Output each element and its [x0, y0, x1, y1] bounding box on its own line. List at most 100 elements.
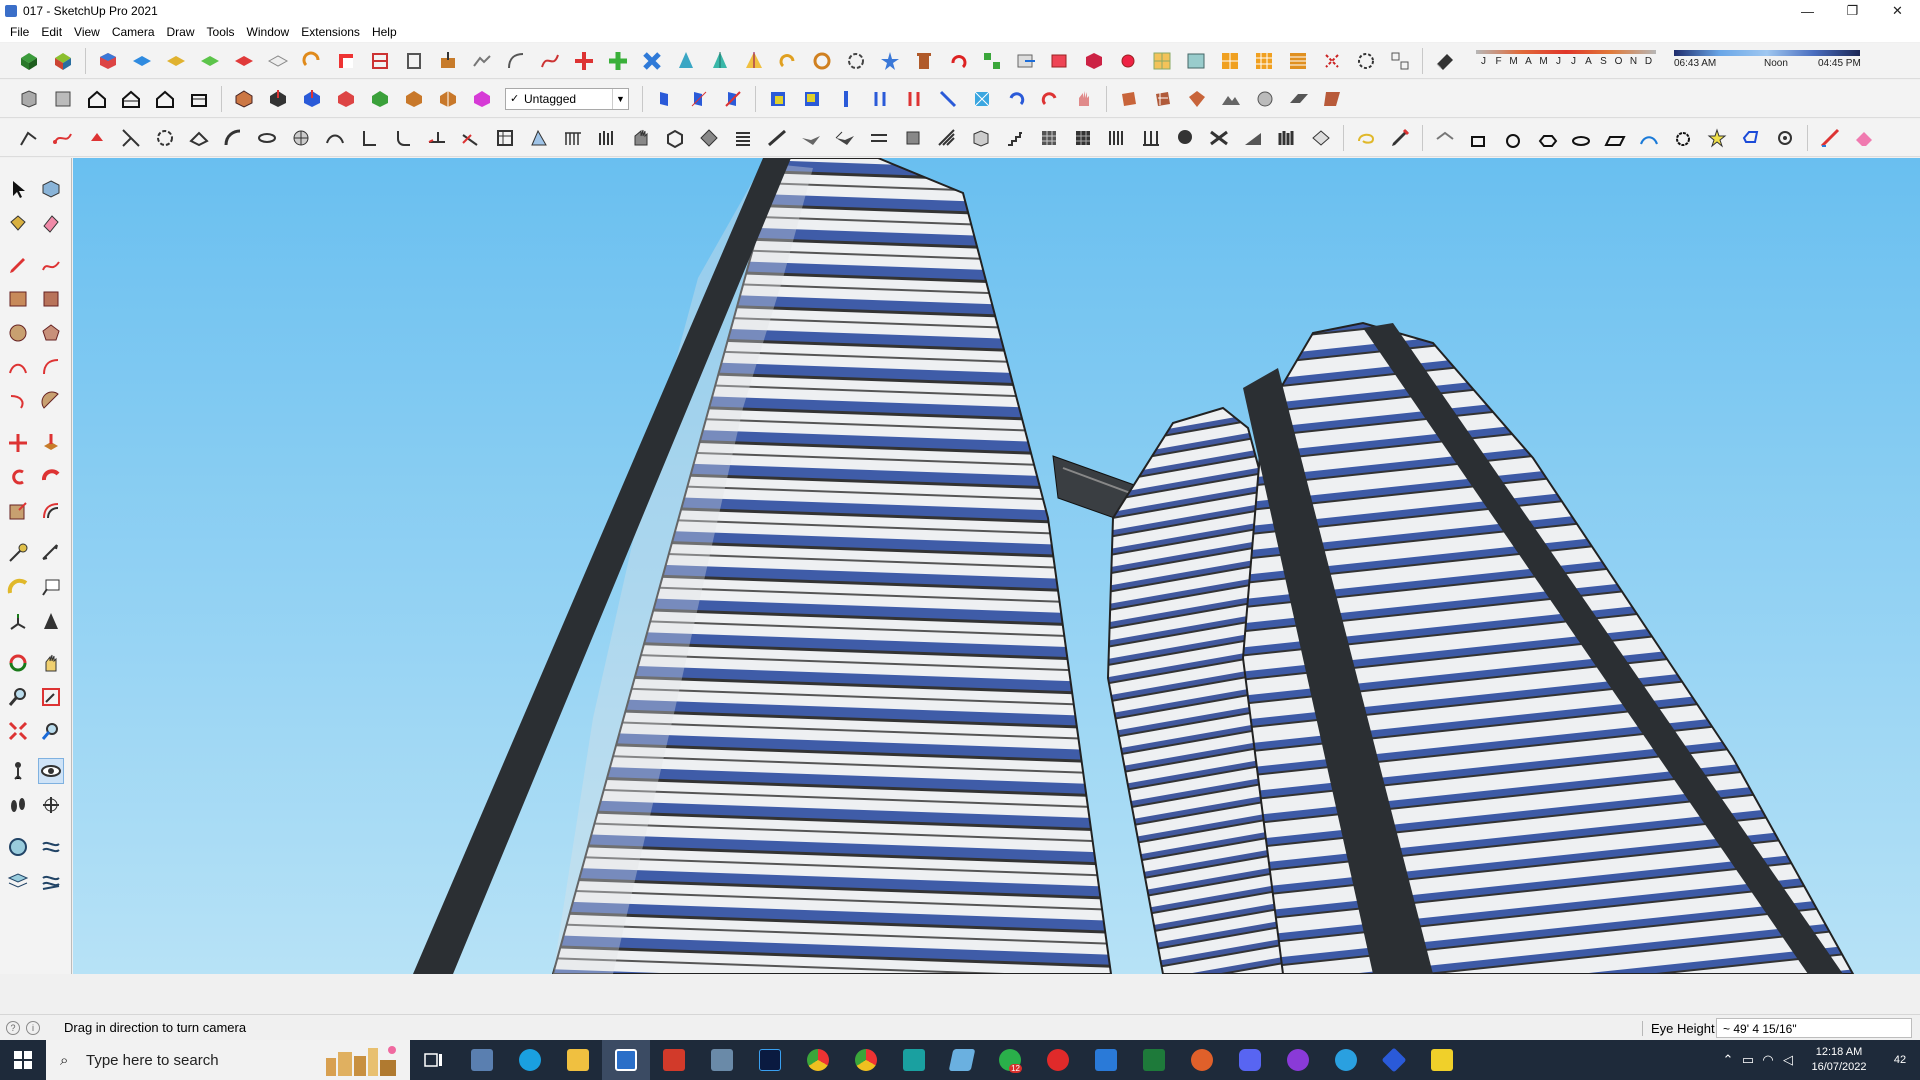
lasso-icon[interactable]	[1352, 47, 1380, 75]
add-icon[interactable]	[604, 47, 632, 75]
menu-edit[interactable]: Edit	[35, 22, 68, 42]
polygon-tool-icon[interactable]	[38, 320, 64, 346]
plugin-layout-icon[interactable]	[1386, 47, 1414, 75]
shape-ellipse-icon[interactable]	[1567, 124, 1595, 152]
left-view-icon[interactable]	[264, 47, 292, 75]
minimize-button[interactable]: —	[1785, 0, 1830, 22]
pipe-along-path-icon[interactable]	[219, 124, 247, 152]
time-slider[interactable]	[1674, 50, 1860, 56]
layers-icon[interactable]	[5, 868, 31, 894]
undo-icon[interactable]	[1002, 85, 1030, 113]
wall-icon[interactable]	[1273, 124, 1301, 152]
photoshop-icon[interactable]	[746, 1040, 794, 1080]
stamp-icon[interactable]	[899, 124, 927, 152]
sketchup-viewer-icon[interactable]	[890, 1040, 938, 1080]
xray-icon[interactable]	[685, 85, 713, 113]
look-around-icon[interactable]	[38, 758, 64, 784]
stack-icon[interactable]	[729, 124, 757, 152]
grab-tool-icon[interactable]	[627, 124, 655, 152]
tray-wifi-icon[interactable]: ◠	[1758, 1052, 1778, 1068]
hook-icon[interactable]	[774, 47, 802, 75]
solid-extra-icon[interactable]	[468, 85, 496, 113]
plugin-grid-icon[interactable]	[1148, 47, 1176, 75]
bezier-tool-icon[interactable]	[536, 47, 564, 75]
model-info-icon[interactable]	[15, 85, 43, 113]
previous-view-icon[interactable]	[38, 718, 64, 744]
scene-cube-icon[interactable]	[764, 85, 792, 113]
trim-icon[interactable]	[400, 85, 428, 113]
fence-icon[interactable]	[593, 124, 621, 152]
lasso-select-icon[interactable]	[1352, 124, 1380, 152]
round-corner-icon[interactable]	[151, 124, 179, 152]
notes-icon[interactable]	[938, 1040, 986, 1080]
weld-icon[interactable]	[83, 124, 111, 152]
subtract-icon[interactable]	[366, 85, 394, 113]
line-pencil-icon[interactable]	[5, 252, 31, 278]
task-view-icon[interactable]	[410, 1040, 458, 1080]
outer-shell-icon[interactable]	[264, 85, 292, 113]
frame-icon[interactable]	[491, 124, 519, 152]
sketchup-taskbar-icon[interactable]	[602, 1040, 650, 1080]
sort-up-down-icon[interactable]	[866, 85, 894, 113]
cross-tool-icon[interactable]	[638, 47, 666, 75]
shape-line-icon[interactable]	[1431, 124, 1459, 152]
explode-icon[interactable]	[1318, 47, 1346, 75]
curve-tool-icon[interactable]	[502, 47, 530, 75]
pyramid-icon[interactable]	[706, 47, 734, 75]
push-pull-tool-icon[interactable]	[434, 47, 462, 75]
shape-blue-polygon-icon[interactable]	[1737, 124, 1765, 152]
menu-extensions[interactable]: Extensions	[295, 22, 366, 42]
plugin-gem-icon[interactable]	[1114, 47, 1142, 75]
scale-tool-icon[interactable]	[968, 85, 996, 113]
sandbox-icon[interactable]	[1251, 85, 1279, 113]
grid-plane-icon[interactable]	[1285, 85, 1313, 113]
offset-tool-icon[interactable]	[468, 47, 496, 75]
menu-view[interactable]: View	[68, 22, 106, 42]
credits-icon[interactable]: i	[26, 1020, 40, 1035]
trash-icon[interactable]	[910, 47, 938, 75]
shape-arc-icon[interactable]	[1635, 124, 1663, 152]
zoom-window-icon[interactable]	[38, 684, 64, 710]
ramp-icon[interactable]	[1239, 124, 1267, 152]
corner-icon[interactable]	[355, 124, 383, 152]
bezier-red-icon[interactable]	[49, 124, 77, 152]
chrome-icon[interactable]	[794, 1040, 842, 1080]
face-tool-icon[interactable]	[661, 124, 689, 152]
telegram-icon[interactable]	[1322, 1040, 1370, 1080]
position-camera-icon[interactable]	[5, 758, 31, 784]
zoom-extents-icon[interactable]	[5, 718, 31, 744]
sandbox-contour-icon[interactable]	[38, 834, 64, 860]
grid-box-icon[interactable]	[1035, 124, 1063, 152]
chrome-profile-icon[interactable]	[842, 1040, 890, 1080]
menu-window[interactable]: Window	[241, 22, 296, 42]
rotate-3d-icon[interactable]	[842, 47, 870, 75]
rectangle-tool-icon[interactable]	[5, 286, 31, 312]
undo-arc-icon[interactable]	[944, 47, 972, 75]
3d-text-icon[interactable]	[38, 608, 64, 634]
stair-step-icon[interactable]	[1001, 124, 1029, 152]
measurements-box[interactable]: ~ 49' 4 15/16"	[1716, 1018, 1912, 1038]
snipping-tool-icon[interactable]	[698, 1040, 746, 1080]
stairs-tool-icon[interactable]	[525, 124, 553, 152]
menu-help[interactable]: Help	[366, 22, 403, 42]
move-tool-icon[interactable]	[5, 430, 31, 456]
terrain-icon[interactable]	[1217, 85, 1245, 113]
geo-location-icon[interactable]: ?	[6, 1020, 20, 1035]
shape-star-icon[interactable]	[1703, 124, 1731, 152]
plugin-red-icon[interactable]	[1046, 47, 1074, 75]
stamp-terrain-icon[interactable]	[38, 868, 64, 894]
tray-chevron-up-icon[interactable]: ⌃	[1718, 1052, 1738, 1068]
arc-tool-icon[interactable]	[321, 124, 349, 152]
intersect-icon[interactable]	[298, 85, 326, 113]
edge-browser-icon[interactable]	[506, 1040, 554, 1080]
union-icon[interactable]	[332, 85, 360, 113]
three-point-arc-icon[interactable]	[5, 388, 31, 414]
app-cube-icon[interactable]	[1370, 1040, 1418, 1080]
house-outline-icon[interactable]	[151, 85, 179, 113]
shape-bender-icon[interactable]	[185, 124, 213, 152]
whatsapp-icon[interactable]: 12	[986, 1040, 1034, 1080]
render-icon[interactable]	[1183, 85, 1211, 113]
plugin-tile2-icon[interactable]	[1250, 47, 1278, 75]
plane-icon[interactable]	[797, 124, 825, 152]
discord-icon[interactable]	[1226, 1040, 1274, 1080]
